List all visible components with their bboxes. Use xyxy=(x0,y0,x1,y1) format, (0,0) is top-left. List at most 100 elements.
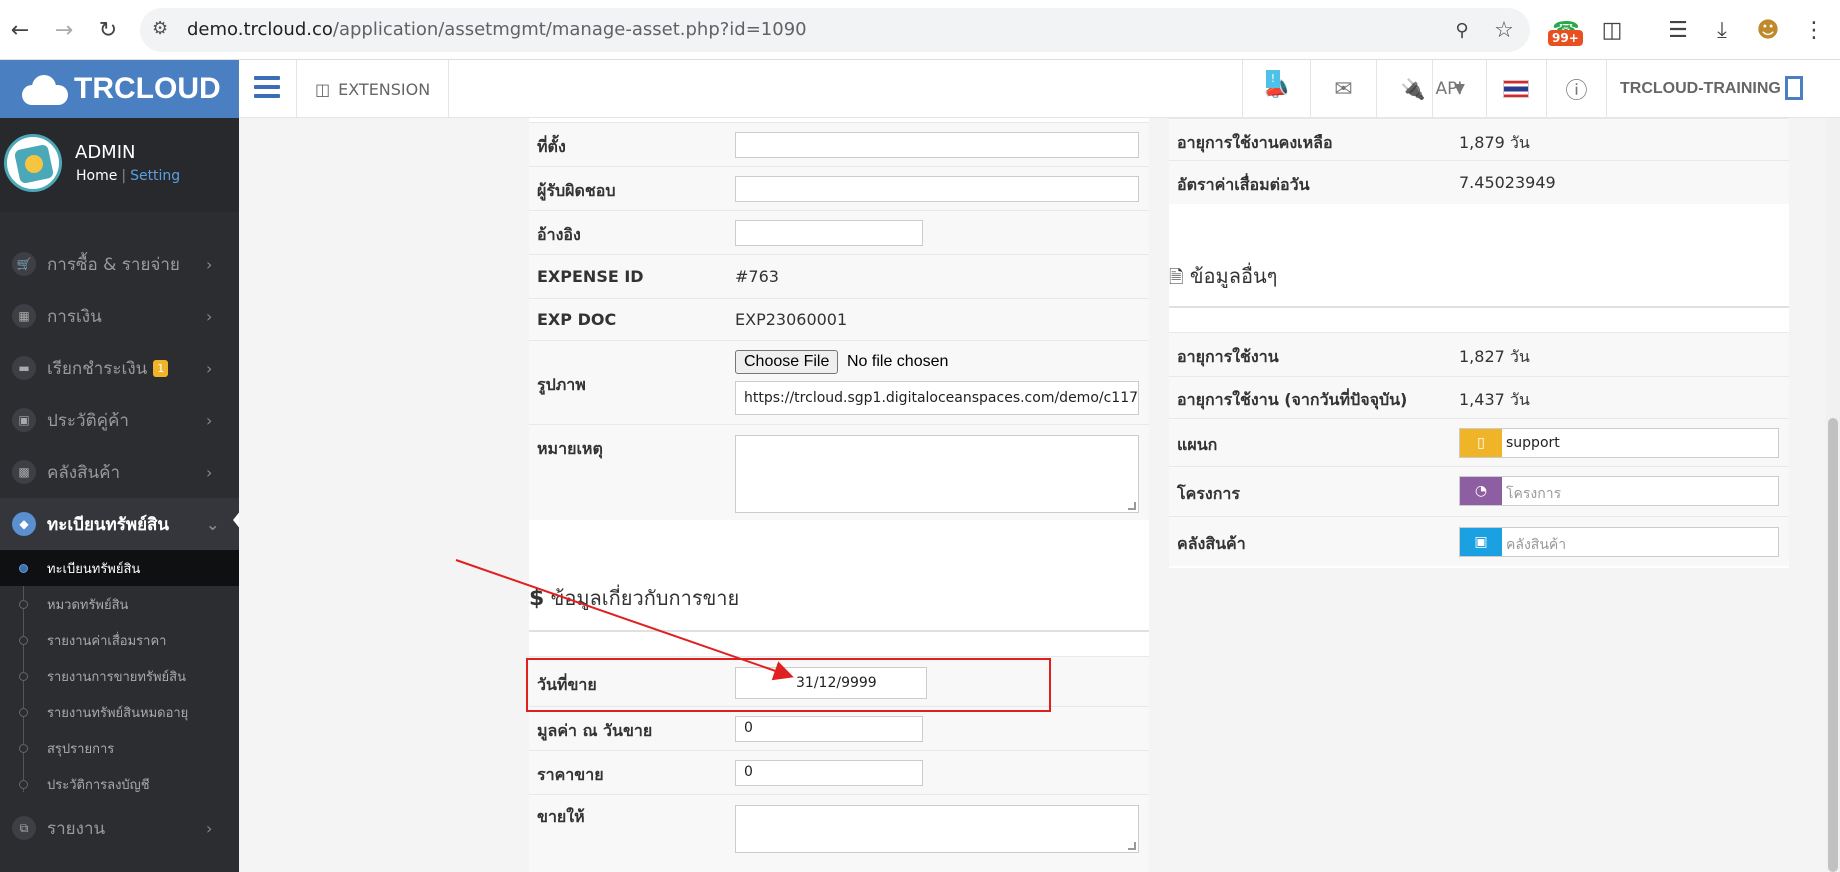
submenu-label: ประวัติการลงบัญชี xyxy=(47,777,150,793)
useful-life-value: 1,827 วัน xyxy=(1459,347,1530,366)
choose-file-button[interactable]: Choose File xyxy=(735,350,839,374)
sidebar-item-purchase-expense[interactable]: 🛒 การซื้อ & รายจ่าย › xyxy=(0,238,239,290)
sidebar-item-label: รายงาน xyxy=(47,818,106,839)
resize-grip-icon[interactable] xyxy=(1128,842,1136,850)
browser-toolbar: ← → ↻ ⚙ demo.trcloud.co/application/asse… xyxy=(0,0,1840,60)
submenu-item-summary[interactable]: สรุปรายการ xyxy=(0,730,239,766)
image-row: รูปภาพ Choose File No file chosen https:… xyxy=(529,340,1149,424)
expense-id-label: EXPENSE ID xyxy=(537,267,644,286)
bookmark-star-icon[interactable]: ☆ xyxy=(1486,12,1522,48)
home-link[interactable]: Home xyxy=(76,168,117,184)
submenu-item-asset-register[interactable]: ทะเบียนทรัพย์สิน xyxy=(0,550,239,586)
back-icon[interactable]: ← xyxy=(2,12,38,48)
sidebar-item-finance[interactable]: ▦ การเงิน › xyxy=(0,290,239,342)
department-row: แผนก ▯ support xyxy=(1169,418,1789,466)
image-url-input[interactable]: https://trcloud.sgp1.digitaloceanspaces.… xyxy=(735,381,1139,415)
project-select[interactable]: ◔ โครงการ xyxy=(1459,476,1779,506)
life-to-date-row: อายุการใช้งาน (จากวันที่ปัจจุบัน) 1,437 … xyxy=(1169,376,1789,418)
submenu-label: หมวดทรัพย์สิน xyxy=(47,597,129,613)
submenu-label: ทะเบียนทรัพย์สิน xyxy=(47,561,141,577)
browser-menu-icon[interactable]: ⋮ xyxy=(1796,12,1832,48)
remaining-life-row: อายุการใช้งานคงเหลือ 1,879 วัน xyxy=(1169,118,1789,160)
thai-flag-icon[interactable] xyxy=(1503,80,1529,98)
extensions-puzzle-icon[interactable]: ◫ xyxy=(1594,12,1630,48)
header-dropdown-button[interactable]: ▼ xyxy=(1432,60,1486,118)
url-host: demo.trcloud.co xyxy=(187,19,333,40)
extension-badge: 99+ xyxy=(1548,30,1583,46)
credit-card-icon: ▬ xyxy=(12,356,36,380)
remark-label: หมายเหตุ xyxy=(537,439,603,458)
asset-form-panel: ที่ตั้ง ผู้รับผิดชอบ อ้างอิง EXPENSE ID … xyxy=(529,118,1149,872)
responsible-input[interactable] xyxy=(735,176,1139,202)
submenu-item-depreciation-report[interactable]: รายงานค่าเสื่อมราคา xyxy=(0,622,239,658)
reload-icon[interactable]: ↻ xyxy=(90,12,126,48)
remark-textarea[interactable] xyxy=(735,435,1139,513)
section-divider xyxy=(529,630,1149,632)
help-button[interactable]: ⓘ xyxy=(1546,60,1606,118)
submenu-dot xyxy=(19,707,28,717)
forward-icon[interactable]: → xyxy=(46,12,82,48)
department-select[interactable]: ▯ support xyxy=(1459,428,1779,458)
project-label: โครงการ xyxy=(1177,484,1240,503)
hamburger-menu-icon[interactable] xyxy=(254,76,280,100)
zoom-icon[interactable]: ⚲ xyxy=(1444,12,1480,48)
resize-grip-icon[interactable] xyxy=(1128,502,1136,510)
billing-label: เรียกชำระเงิน xyxy=(47,358,148,379)
cloud-logo-icon xyxy=(20,73,70,105)
contact-card-icon: ▣ xyxy=(12,408,36,432)
notification-badge: ! xyxy=(1266,70,1280,88)
sale-section-title: $ ข้อมูลเกี่ยวกับการขาย xyxy=(529,582,739,614)
cart-icon: 🛒 xyxy=(12,252,36,276)
plug-icon: 🔌 xyxy=(1400,77,1426,101)
submenu-item-posting-history[interactable]: ประวัติการลงบัญชี xyxy=(0,766,239,802)
chevron-down-icon: ⌄ xyxy=(206,514,220,534)
exp-doc-value[interactable]: EXP23060001 xyxy=(735,310,847,329)
main-content: ที่ตั้ง ผู้รับผิดชอบ อ้างอิง EXPENSE ID … xyxy=(239,118,1826,872)
scrollbar-thumb[interactable] xyxy=(1828,418,1838,872)
dollar-icon: $ xyxy=(529,586,545,611)
announcement-button[interactable]: 📣 xyxy=(1242,60,1310,118)
exp-doc-row: EXP DOC EXP23060001 xyxy=(529,298,1149,340)
site-settings-icon[interactable]: ⚙ xyxy=(152,18,168,39)
extension-button[interactable]: ◫ EXTENSION xyxy=(296,60,450,118)
submenu-item-asset-category[interactable]: หมวดทรัพย์สิน xyxy=(0,586,239,622)
tablet-icon: ▯ xyxy=(1460,429,1502,457)
avatar[interactable] xyxy=(4,134,62,192)
page-scrollbar[interactable] xyxy=(1826,118,1840,872)
warehouse-select[interactable]: ▣ คลังสินค้า xyxy=(1459,527,1779,557)
sidebar-item-asset-register[interactable]: ◆ ทะเบียนทรัพย์สิน ⌄ xyxy=(0,498,239,550)
submenu-item-expired-asset-report[interactable]: รายงานทรัพย์สินหมดอายุ xyxy=(0,694,239,730)
value-on-sale-label: มูลค่า ณ วันขาย xyxy=(537,721,653,740)
diamond-icon: ◆ xyxy=(12,512,36,536)
sale-price-row: ราคาขาย 0 xyxy=(529,750,1149,794)
project-placeholder: โครงการ xyxy=(1506,486,1562,502)
sidebar-item-partner-history[interactable]: ▣ ประวัติคู่ค้า › xyxy=(0,394,239,446)
address-bar[interactable]: ⚙ demo.trcloud.co/application/assetmgmt/… xyxy=(140,8,1530,52)
sale-price-input[interactable]: 0 xyxy=(735,760,923,786)
submenu-label: รายงานทรัพย์สินหมดอายุ xyxy=(47,705,189,721)
monitor-icon: ◫ xyxy=(315,79,331,99)
image-label: รูปภาพ xyxy=(537,375,586,394)
chevron-right-icon: › xyxy=(206,818,213,838)
submenu-label: รายงานการขายทรัพย์สิน xyxy=(47,669,186,685)
value-on-sale-input[interactable]: 0 xyxy=(735,716,923,742)
brand-logo[interactable]: TRCLOUD xyxy=(0,60,239,118)
depreciation-rate-label: อัตราค่าเสื่อมต่อวัน xyxy=(1177,175,1310,194)
section-divider xyxy=(1169,306,1789,308)
expense-id-value[interactable]: #763 xyxy=(735,267,779,286)
setting-link[interactable]: Setting xyxy=(130,168,180,184)
reference-input[interactable] xyxy=(735,220,923,246)
location-input[interactable] xyxy=(735,132,1139,158)
remaining-life-label: อายุการใช้งานคงเหลือ xyxy=(1177,133,1333,152)
submenu-item-asset-sales-report[interactable]: รายงานการขายทรัพย์สิน xyxy=(0,658,239,694)
sold-to-textarea[interactable] xyxy=(735,805,1139,853)
sidebar-item-reports[interactable]: ⧉ รายงาน › xyxy=(0,802,239,854)
media-queue-icon[interactable]: ☰ xyxy=(1660,12,1696,48)
mail-button[interactable]: ✉ xyxy=(1310,60,1376,118)
sidebar-item-billing[interactable]: ▬ เรียกชำระเงิน 1 › xyxy=(0,342,239,394)
sold-to-row: ขายให้ xyxy=(529,794,1149,872)
profile-avatar-icon[interactable]: ☻ xyxy=(1750,12,1786,48)
download-icon[interactable]: ⤓ xyxy=(1704,12,1740,48)
sidebar-item-warehouse[interactable]: ▩ คลังสินค้า › xyxy=(0,446,239,498)
url-text[interactable]: demo.trcloud.co/application/assetmgmt/ma… xyxy=(187,19,807,40)
